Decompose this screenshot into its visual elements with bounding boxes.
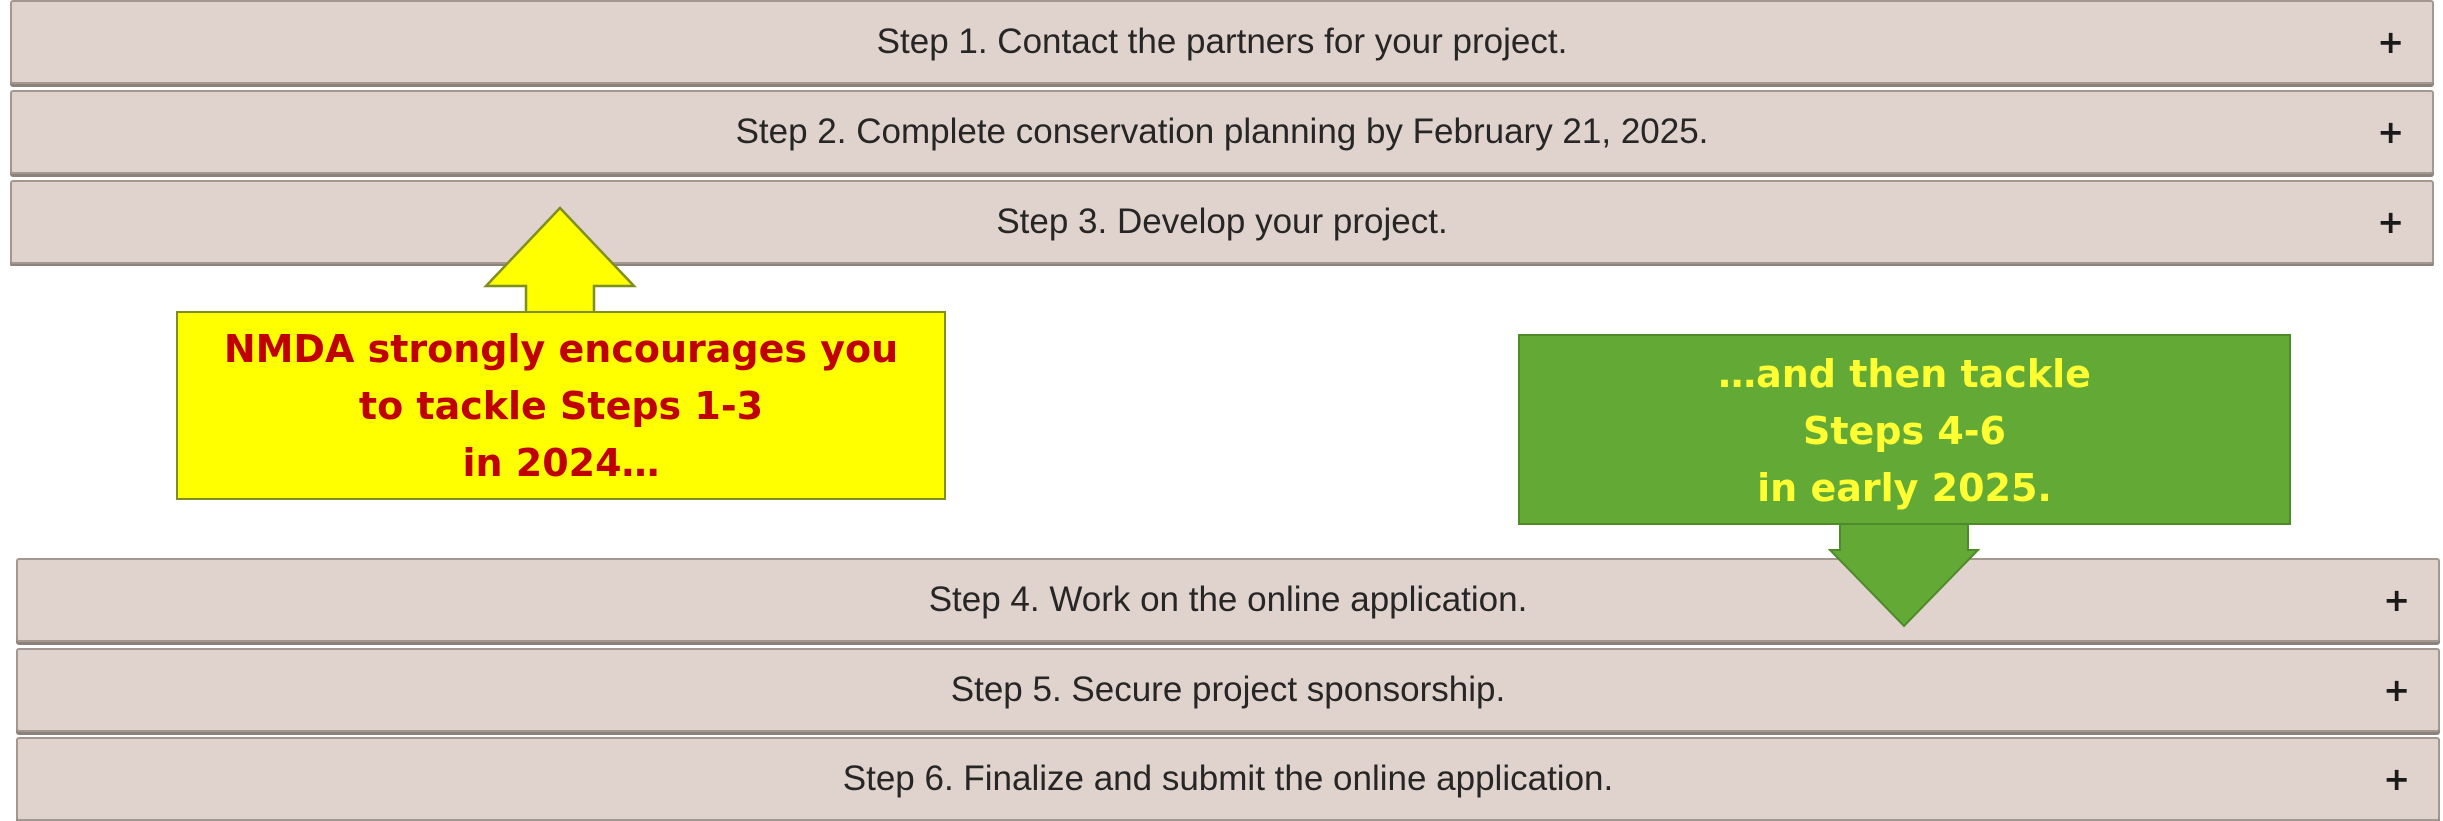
green-callout-line-3: in early 2025.: [1757, 466, 2052, 510]
yellow-callout-line-3: in 2024…: [462, 441, 660, 485]
step-3-label: Step 3. Develop your project.: [996, 202, 1448, 241]
yellow-callout-line-2: to tackle Steps 1-3: [358, 384, 764, 428]
accordion-step-1[interactable]: Step 1. Contact the partners for your pr…: [10, 0, 2434, 84]
expand-plus-icon[interactable]: +: [2383, 763, 2410, 795]
expand-plus-icon[interactable]: +: [2377, 26, 2404, 58]
accordion-step-5[interactable]: Step 5. Secure project sponsorship. +: [16, 648, 2440, 732]
expand-plus-icon[interactable]: +: [2377, 206, 2404, 238]
step-4-label: Step 4. Work on the online application.: [928, 580, 1528, 619]
accordion-step-3[interactable]: Step 3. Develop your project. +: [10, 180, 2434, 264]
green-callout-line-1: …and then tackle: [1718, 352, 2091, 396]
green-down-arrow-icon: [1827, 520, 1981, 628]
accordion-step-6[interactable]: Step 6. Finalize and submit the online a…: [16, 737, 2440, 821]
expand-plus-icon[interactable]: +: [2383, 674, 2410, 706]
step-6-label: Step 6. Finalize and submit the online a…: [842, 759, 1614, 798]
green-callout: …and then tackle Steps 4-6 in early 2025…: [1518, 334, 2291, 525]
step-2-label: Step 2. Complete conservation planning b…: [735, 112, 1709, 151]
accordion-step-4[interactable]: Step 4. Work on the online application. …: [16, 558, 2440, 642]
yellow-callout-line-1: NMDA strongly encourages you: [223, 327, 899, 371]
green-callout-line-2: Steps 4-6: [1802, 409, 2006, 453]
yellow-up-arrow-icon: [483, 206, 637, 314]
yellow-callout: NMDA strongly encourages you to tackle S…: [176, 311, 946, 500]
step-1-label: Step 1. Contact the partners for your pr…: [876, 22, 1568, 61]
expand-plus-icon[interactable]: +: [2377, 116, 2404, 148]
step-5-label: Step 5. Secure project sponsorship.: [950, 670, 1506, 709]
expand-plus-icon[interactable]: +: [2383, 584, 2410, 616]
accordion-step-2[interactable]: Step 2. Complete conservation planning b…: [10, 90, 2434, 174]
